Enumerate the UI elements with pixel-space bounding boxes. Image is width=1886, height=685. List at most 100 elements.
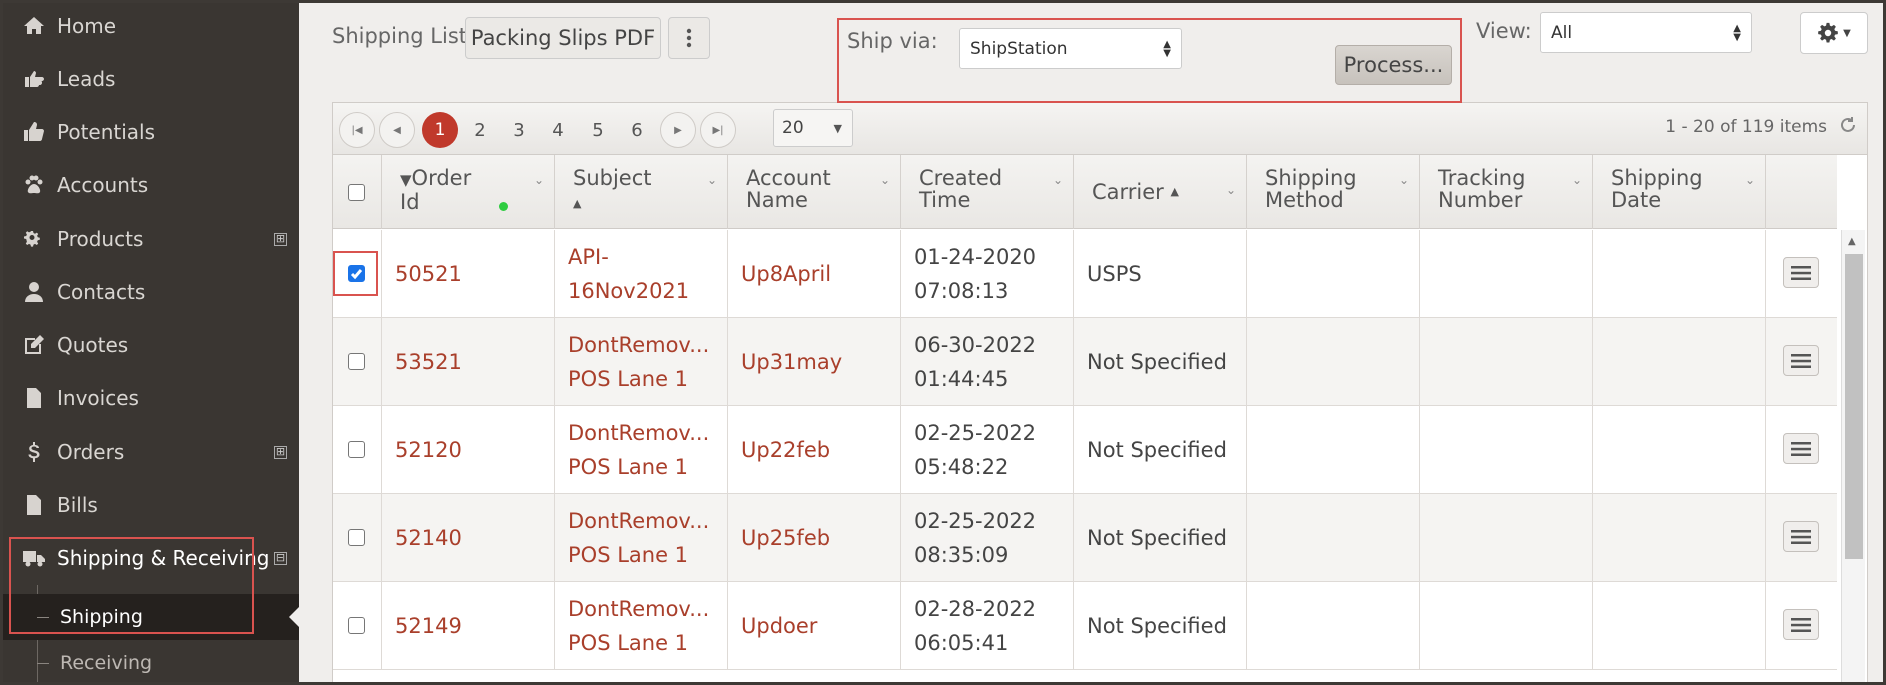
order-id-cell[interactable]: 50521 [382, 230, 555, 318]
column-menu-icon[interactable]: ⌄ [1399, 169, 1409, 191]
column-tracking-number[interactable]: Tracking Number ⌄ [1420, 155, 1593, 229]
order-id-cell[interactable]: 53521 [382, 318, 555, 406]
expand-icon[interactable]: ⊞ [274, 232, 287, 246]
order-id-cell[interactable]: 52149 [382, 582, 555, 670]
select-all-checkbox[interactable] [348, 184, 365, 201]
table-row[interactable]: 53521 DontRemov... POS Lane 1 Up31may 06-30-… [333, 318, 1837, 406]
row-actions-button[interactable] [1783, 609, 1819, 640]
page-size-select[interactable]: 20 ▼ [773, 109, 853, 147]
more-actions-button[interactable] [668, 17, 710, 59]
column-menu-icon[interactable]: ⌄ [707, 169, 717, 191]
account-name-cell[interactable]: Up31may [728, 318, 901, 406]
account-name-link[interactable]: Up8April [741, 257, 831, 291]
last-page-button[interactable]: ▶| [700, 112, 736, 148]
order-id-link[interactable]: 52149 [395, 609, 462, 643]
settings-menu-button[interactable]: ▼ [1800, 12, 1868, 54]
column-menu-icon[interactable]: ⌄ [534, 169, 544, 191]
expand-icon[interactable]: ⊞ [274, 445, 287, 459]
vertical-scrollbar[interactable]: ▲ [1841, 230, 1865, 684]
row-checkbox[interactable] [348, 265, 365, 282]
subject-link[interactable]: DontRemov... POS Lane 1 [568, 504, 709, 572]
table-row[interactable]: 52120 DontRemov... POS Lane 1 Up22feb 02-25-… [333, 406, 1837, 494]
subject-link[interactable]: DontRemov... POS Lane 1 [568, 592, 709, 660]
row-actions-button[interactable] [1783, 433, 1819, 464]
subject-cell[interactable]: DontRemov... POS Lane 1 [555, 318, 728, 406]
column-shipping-method[interactable]: Shipping Method ⌄ [1247, 155, 1420, 229]
sidebar-subitem-label: Receiving [60, 652, 153, 674]
scroll-up-icon[interactable]: ▲ [1848, 236, 1856, 247]
subject-cell[interactable]: DontRemov... POS Lane 1 [555, 494, 728, 582]
next-page-button[interactable]: ▶ [660, 112, 696, 148]
subject-cell[interactable]: DontRemov... POS Lane 1 [555, 582, 728, 670]
order-id-cell[interactable]: 52140 [382, 494, 555, 582]
subject-cell[interactable]: DontRemov... POS Lane 1 [555, 406, 728, 494]
row-actions-button[interactable] [1783, 345, 1819, 376]
prev-page-button[interactable]: ◀ [379, 112, 415, 148]
ship-via-select[interactable]: ShipStation ▲ ▼ [959, 28, 1182, 69]
order-id-link[interactable]: 50521 [395, 257, 462, 291]
row-actions-button[interactable] [1783, 257, 1819, 288]
column-menu-icon[interactable]: ⌄ [880, 169, 890, 191]
sidebar-item-orders[interactable]: Orders ⊞ [0, 429, 299, 475]
sidebar-subitem-receiving[interactable]: Receiving [0, 640, 299, 685]
view-select[interactable]: All ▲ ▼ [1540, 12, 1752, 53]
scrollbar-thumb[interactable] [1845, 254, 1863, 559]
sidebar-item-accounts[interactable]: Accounts [0, 162, 299, 208]
row-checkbox[interactable] [348, 441, 365, 458]
sidebar-item-products[interactable]: Products ⊞ [0, 216, 299, 262]
subject-link[interactable]: API- 16Nov2021 [568, 240, 689, 308]
page-6-button[interactable]: 6 [619, 112, 655, 148]
page-2-button[interactable]: 2 [462, 112, 498, 148]
page-5-button[interactable]: 5 [580, 112, 616, 148]
column-order-id[interactable]: ▼Order Id ⌄ [382, 155, 555, 229]
order-id-link[interactable]: 53521 [395, 345, 462, 379]
order-id-link[interactable]: 52140 [395, 521, 462, 555]
account-name-link[interactable]: Updoer [741, 609, 817, 643]
table-row[interactable]: 50521 API- 16Nov2021 Up8April 01-24-2020 07:0… [333, 230, 1837, 318]
account-name-cell[interactable]: Up8April [728, 230, 901, 318]
table-row[interactable]: 52140 DontRemov... POS Lane 1 Up25feb 02-25-… [333, 494, 1837, 582]
row-actions-button[interactable] [1783, 521, 1819, 552]
account-name-cell[interactable]: Updoer [728, 582, 901, 670]
column-subject[interactable]: Subject ▲ ⌄ [555, 155, 728, 229]
refresh-icon[interactable] [1839, 116, 1861, 138]
column-menu-icon[interactable]: ⌄ [1572, 169, 1582, 191]
sidebar-subitem-shipping[interactable]: Shipping [0, 594, 299, 640]
subject-link[interactable]: DontRemov... POS Lane 1 [568, 328, 709, 396]
account-name-cell[interactable]: Up25feb [728, 494, 901, 582]
sidebar-item-leads[interactable]: Leads [0, 56, 299, 102]
page-4-button[interactable]: 4 [540, 112, 576, 148]
order-id-link[interactable]: 52120 [395, 433, 462, 467]
column-menu-icon[interactable]: ⌄ [1745, 169, 1755, 191]
process-button[interactable]: Process... [1335, 45, 1452, 85]
account-name-cell[interactable]: Up22feb [728, 406, 901, 494]
first-page-button[interactable]: |◀ [339, 112, 375, 148]
account-name-link[interactable]: Up25feb [741, 521, 830, 555]
account-name-link[interactable]: Up22feb [741, 433, 830, 467]
sidebar-item-quotes[interactable]: Quotes [0, 322, 299, 368]
column-shipping-date[interactable]: Shipping Date ⌄ [1593, 155, 1766, 229]
page-1-button[interactable]: 1 [422, 112, 458, 148]
row-checkbox[interactable] [348, 617, 365, 634]
column-account-name[interactable]: Account Name ⌄ [728, 155, 901, 229]
column-carrier[interactable]: Carrier ▲ ⌄ [1074, 155, 1247, 229]
row-checkbox[interactable] [348, 529, 365, 546]
order-id-cell[interactable]: 52120 [382, 406, 555, 494]
sidebar-item-bills[interactable]: Bills [0, 482, 299, 528]
packing-slips-pdf-button[interactable]: Packing Slips PDF [465, 17, 661, 59]
sidebar-item-shipping-receiving[interactable]: Shipping & Receiving ⊟ [0, 535, 299, 581]
sidebar-item-invoices[interactable]: Invoices [0, 375, 299, 421]
sidebar-item-potentials[interactable]: Potentials [0, 109, 299, 155]
column-menu-icon[interactable]: ⌄ [1226, 179, 1236, 201]
sidebar-item-home[interactable]: Home [0, 3, 299, 49]
column-menu-icon[interactable]: ⌄ [1053, 169, 1063, 191]
subject-cell[interactable]: API- 16Nov2021 [555, 230, 728, 318]
collapse-icon[interactable]: ⊟ [274, 551, 287, 565]
table-row[interactable]: 52149 DontRemov... POS Lane 1 Updoer 02-28-2… [333, 582, 1837, 670]
account-name-link[interactable]: Up31may [741, 345, 842, 379]
row-checkbox[interactable] [348, 353, 365, 370]
sidebar-item-contacts[interactable]: Contacts [0, 269, 299, 315]
column-created-time[interactable]: Created Time ⌄ [901, 155, 1074, 229]
subject-link[interactable]: DontRemov... POS Lane 1 [568, 416, 709, 484]
page-3-button[interactable]: 3 [501, 112, 537, 148]
